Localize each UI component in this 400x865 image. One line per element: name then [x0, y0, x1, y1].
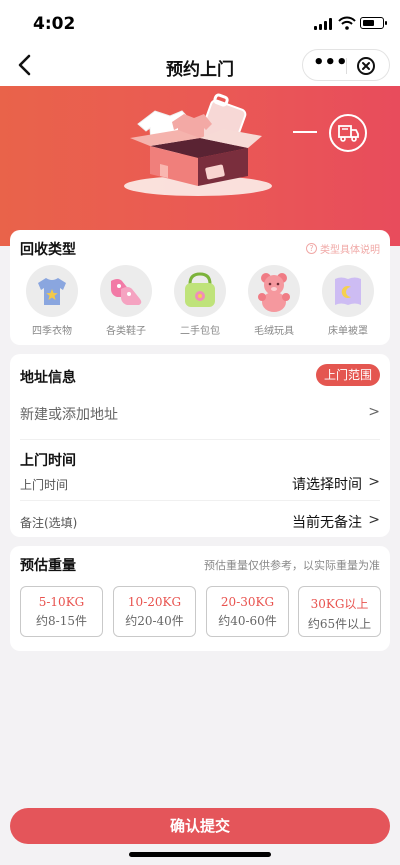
type-help-label: 类型具体说明	[320, 245, 380, 256]
type-item-toys[interactable]: 毛绒玩具	[246, 265, 302, 337]
weight-card: 预估重量 预估重量仅供参考，以实际重量为准 5-10KG 约8-15件 10-2…	[10, 546, 390, 651]
weight-option-5-10[interactable]: 5-10KG 约8-15件	[20, 586, 103, 637]
weight-hint: 预估重量仅供参考，以实际重量为准	[204, 559, 380, 572]
status-bar: 4:02	[0, 0, 400, 46]
add-address-row[interactable]: 新建或添加地址 >	[20, 402, 380, 440]
address-card: 地址信息 上门范围 新建或添加地址 > 上门时间 上门时间 请选择时间 > 备注…	[10, 354, 390, 537]
recycle-type-card: 回收类型 ? 类型具体说明 四季衣物 各类鞋子 二手包包 毛绒玩具 床单被罩	[10, 230, 390, 345]
visit-time-value: 请选择时间	[292, 477, 362, 493]
mini-program-capsule: •••	[302, 49, 390, 81]
battery-icon	[360, 17, 387, 29]
type-label: 四季衣物	[32, 326, 72, 337]
recycle-type-list: 四季衣物 各类鞋子 二手包包 毛绒玩具 床单被罩	[10, 265, 390, 340]
truck-icon	[329, 114, 367, 152]
close-icon[interactable]	[356, 56, 376, 76]
type-label: 各类鞋子	[106, 326, 146, 337]
weight-range: 20-30KG	[220, 595, 275, 609]
home-indicator	[129, 852, 271, 857]
address-title: 地址信息	[20, 370, 76, 386]
item-count: 约20-40件	[125, 614, 184, 628]
status-time: 4:02	[33, 14, 76, 34]
weight-option-30-plus[interactable]: 30KG以上 约65件以上	[298, 586, 381, 637]
chevron-right-icon: >	[368, 512, 380, 528]
item-count: 约8-15件	[36, 614, 87, 628]
item-count: 约40-60件	[218, 614, 277, 628]
weight-range: 5-10KG	[38, 595, 85, 609]
weight-range: 10-20KG	[127, 595, 182, 609]
signal-icon	[314, 18, 332, 30]
weight-title: 预估重量	[20, 558, 76, 574]
visit-time-title: 上门时间	[20, 453, 76, 469]
recycle-type-title: 回收类型	[20, 242, 76, 258]
type-item-shoes[interactable]: 各类鞋子	[98, 265, 154, 337]
nav-bar: 预约上门 •••	[0, 46, 400, 86]
weight-option-20-30[interactable]: 20-30KG 约40-60件	[206, 586, 289, 637]
type-label: 床单被罩	[328, 326, 368, 337]
chevron-right-icon: >	[368, 404, 380, 420]
donation-box-illustration	[124, 93, 272, 196]
teddy-bear-icon	[248, 265, 300, 317]
service-range-button[interactable]: 上门范围	[316, 364, 380, 386]
bedding-icon	[322, 265, 374, 317]
note-label: 备注(选填)	[20, 516, 78, 530]
note-row[interactable]: 备注(选填) 当前无备注 >	[20, 511, 380, 533]
capsule-divider	[346, 58, 347, 74]
shoes-icon	[100, 265, 152, 317]
banner-dash	[293, 131, 317, 133]
question-icon: ?	[306, 243, 317, 254]
wifi-icon	[338, 16, 356, 30]
chevron-right-icon: >	[368, 474, 380, 490]
visit-time-label: 上门时间	[20, 478, 69, 492]
tshirt-icon	[26, 265, 78, 317]
item-count: 约65件以上	[307, 617, 372, 631]
type-item-clothes[interactable]: 四季衣物	[24, 265, 80, 337]
type-label: 二手包包	[180, 326, 220, 337]
type-item-bedding[interactable]: 床单被罩	[320, 265, 376, 337]
weight-range: 30KG以上	[310, 597, 369, 611]
type-item-bags[interactable]: 二手包包	[172, 265, 228, 337]
submit-button[interactable]: 确认提交	[10, 808, 390, 844]
type-help-link[interactable]: ? 类型具体说明	[306, 241, 380, 256]
hero-banner	[0, 86, 400, 246]
weight-option-10-20[interactable]: 10-20KG 约20-40件	[113, 586, 196, 637]
add-address-label: 新建或添加地址	[20, 407, 118, 423]
bag-icon	[174, 265, 226, 317]
type-label: 毛绒玩具	[254, 326, 294, 337]
more-icon[interactable]: •••	[313, 50, 348, 80]
note-value: 当前无备注	[292, 515, 362, 531]
visit-time-row[interactable]: 上门时间 请选择时间 >	[20, 473, 380, 501]
